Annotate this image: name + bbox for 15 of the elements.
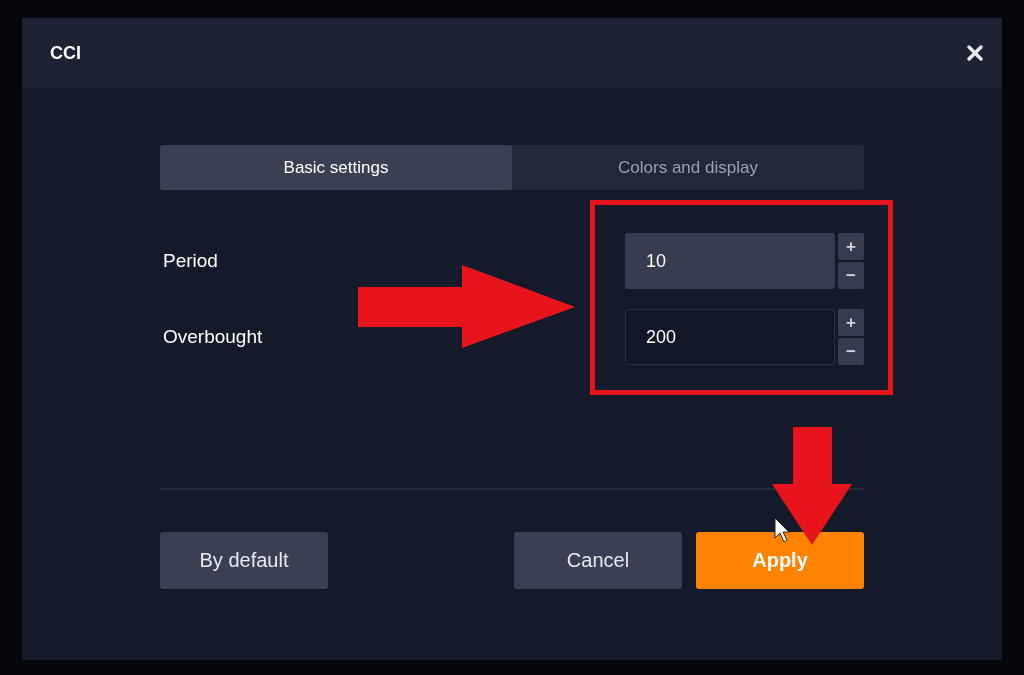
dialog-title: CCI xyxy=(50,42,81,64)
settings-tab[interactable]: Colors and display xyxy=(512,145,864,190)
field-label: Overbought xyxy=(162,326,263,348)
increment-button[interactable]: + xyxy=(838,233,864,260)
settings-tab[interactable]: Basic settings xyxy=(160,145,512,190)
close-icon[interactable] xyxy=(966,44,984,62)
field-label: Period xyxy=(162,250,218,272)
dialog-button[interactable]: Cancel xyxy=(514,532,682,589)
mouse-cursor-icon xyxy=(774,517,790,543)
decrement-button[interactable]: − xyxy=(838,262,864,289)
number-field[interactable]: 200 xyxy=(625,309,835,365)
increment-button[interactable]: + xyxy=(838,309,864,336)
number-field[interactable]: 10 xyxy=(625,233,835,289)
dialog-button[interactable]: By default xyxy=(160,532,328,589)
decrement-button[interactable]: − xyxy=(838,338,864,365)
